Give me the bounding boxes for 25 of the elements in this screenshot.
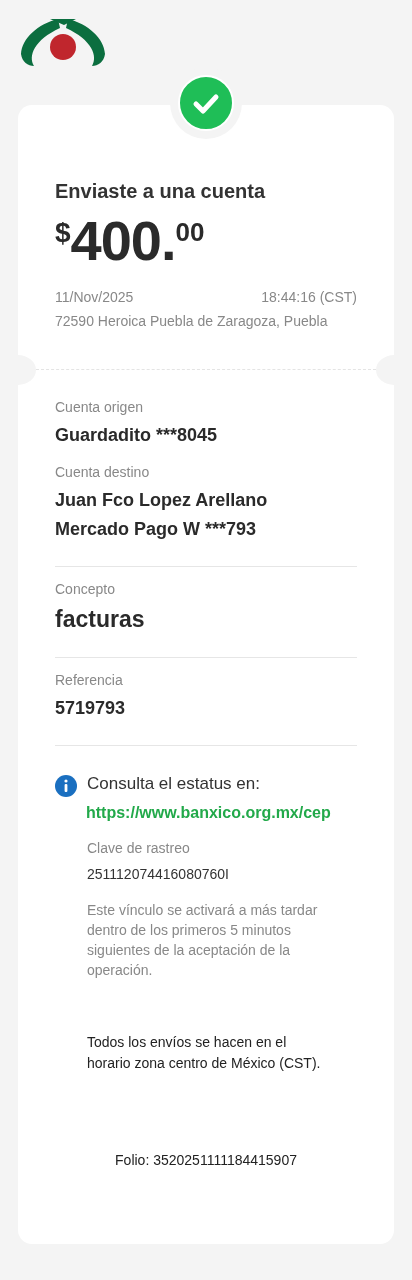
tracking-label: Clave de rastreo	[87, 840, 191, 856]
field-value: facturas	[55, 605, 146, 634]
field-value: Guardadito ***8045	[55, 424, 219, 447]
status-prompt: Consulta el estatus en:	[87, 774, 261, 794]
info-icon	[55, 775, 77, 797]
transfer-location: 72590 Heroica Puebla de Zaragoza, Puebla	[55, 313, 329, 329]
transfer-date: 11/Nov/2025	[55, 289, 134, 305]
receipt-title: Enviaste a una cuenta	[55, 180, 267, 203]
field-value: 5719793	[55, 697, 127, 720]
success-check-icon	[178, 75, 234, 131]
amount-integer: 400.	[70, 211, 176, 271]
field-label: Cuenta destino	[55, 464, 151, 480]
field-value: Juan Fco Lopez Arellano	[55, 489, 269, 512]
activation-note: Este vínculo se activará a más tardar dentro de los primeros 5 minutos siguientes de la aceptación de la operación.	[87, 901, 319, 980]
field-label: Concepto	[55, 581, 116, 597]
currency-sign: $	[55, 217, 71, 248]
status-link[interactable]: https://www.banxico.org.mx/cep	[86, 804, 347, 822]
tracking-key: 251112074416080760I	[87, 866, 347, 882]
field-value: Mercado Pago W ***793	[55, 518, 258, 541]
folio-number: Folio: 3520251111184415907	[114, 1152, 298, 1168]
field-label: Cuenta origen	[55, 399, 144, 415]
timezone-notice: Todos los envíos se hacen en el horario zona centro de México (CST).	[87, 1033, 322, 1073]
field-label: Referencia	[55, 672, 124, 688]
amount-cents: 00	[175, 217, 205, 247]
transfer-time: 18:44:16 (CST)	[261, 289, 357, 305]
